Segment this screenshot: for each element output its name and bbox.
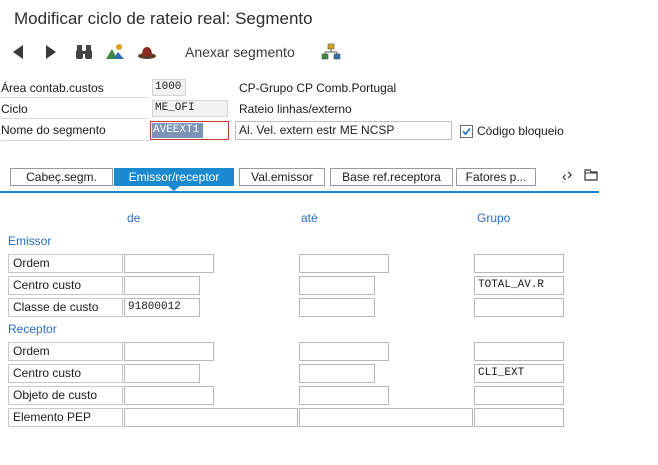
- receiver-costcenter-to[interactable]: [299, 364, 375, 383]
- hat-icon[interactable]: [136, 41, 158, 63]
- receiver-costobject-group[interactable]: [474, 386, 564, 405]
- receiver-order-to[interactable]: [299, 342, 389, 361]
- receiver-costcenter-label: Centro custo: [8, 364, 123, 383]
- segment-name-field[interactable]: AVEEXT1: [150, 121, 229, 140]
- tab-underline: [0, 191, 599, 193]
- tab-sender-values[interactable]: Val.emissor: [239, 168, 325, 186]
- tab-scroll-left-icon[interactable]: ‹: [562, 168, 567, 184]
- receiver-order-group[interactable]: [474, 342, 564, 361]
- sender-costcenter-group[interactable]: TOTAL_AV.R: [474, 276, 564, 295]
- arrow-right-icon[interactable]: [40, 41, 62, 63]
- cycle-field: ME_OFI: [152, 100, 228, 117]
- sender-costcenter-from[interactable]: [124, 276, 200, 295]
- segment-description-field[interactable]: Al. Vel. extern estr ME NCSP: [235, 121, 452, 140]
- column-group: Grupo: [477, 211, 511, 225]
- tab-receiver-tracing[interactable]: Base ref.receptora: [330, 168, 453, 186]
- column-from: de: [127, 211, 141, 225]
- tab-scroll-right-icon[interactable]: ›: [567, 166, 572, 184]
- tab-segment-header[interactable]: Cabeç.segm.: [10, 168, 113, 186]
- sender-costelement-to[interactable]: [299, 298, 375, 317]
- segment-label: Nome do segmento: [1, 121, 149, 141]
- arrow-left-icon[interactable]: [7, 41, 29, 63]
- receiver-wbs-group[interactable]: [474, 408, 564, 427]
- receiver-costcenter-group[interactable]: CLI_EXT: [474, 364, 564, 383]
- lock-checkbox[interactable]: [460, 124, 473, 138]
- segment-name-value: AVEEXT1: [152, 123, 203, 138]
- cycle-label: Ciclo: [1, 100, 149, 119]
- sender-order-group[interactable]: [474, 254, 564, 273]
- receiver-wbs-label: Elemento PEP: [8, 408, 123, 427]
- sender-costelement-from[interactable]: 91800012: [124, 298, 200, 317]
- cycle-description: Rateio linhas/externo: [239, 102, 352, 116]
- column-to: até: [301, 211, 318, 225]
- lock-checkbox-group[interactable]: Código bloqueio: [460, 124, 564, 138]
- sender-costcenter-to[interactable]: [299, 276, 375, 295]
- receiver-order-label: Ordem: [8, 342, 123, 361]
- area-field: 1000: [152, 79, 186, 96]
- mountains-icon[interactable]: [104, 41, 126, 63]
- receiver-wbs-from[interactable]: [124, 408, 298, 427]
- binoculars-icon[interactable]: [73, 41, 95, 63]
- receiver-section-title: Receptor: [8, 322, 57, 336]
- sender-costelement-group[interactable]: [474, 298, 564, 317]
- sender-order-label: Ordem: [8, 254, 123, 273]
- page-title: Modificar ciclo de rateio real: Segmento: [14, 9, 313, 28]
- receiver-costobject-to[interactable]: [299, 386, 389, 405]
- area-label: Área contab.custos: [1, 79, 149, 98]
- receiver-costobject-from[interactable]: [124, 386, 214, 405]
- lock-label: Código bloqueio: [477, 124, 564, 138]
- checkmark-icon: [462, 127, 471, 135]
- sender-costelement-label: Classe de custo: [8, 298, 123, 317]
- attach-segment-button[interactable]: Anexar segmento: [185, 44, 295, 60]
- tab-sender-receiver[interactable]: Emissor/receptor: [114, 168, 234, 186]
- hierarchy-icon[interactable]: [320, 41, 342, 63]
- sender-costcenter-label: Centro custo: [8, 276, 123, 295]
- receiver-costcenter-from[interactable]: [124, 364, 200, 383]
- sender-order-from[interactable]: [124, 254, 214, 273]
- area-description: CP-Grupo CP Comb.Portugal: [239, 81, 397, 95]
- receiver-costobject-label: Objeto de custo: [8, 386, 123, 405]
- receiver-wbs-to[interactable]: [299, 408, 473, 427]
- sender-order-to[interactable]: [299, 254, 389, 273]
- sender-section-title: Emissor: [8, 234, 52, 248]
- tab-list-icon[interactable]: [584, 168, 598, 184]
- tab-factors[interactable]: Fatores p...: [456, 168, 536, 186]
- receiver-order-from[interactable]: [124, 342, 214, 361]
